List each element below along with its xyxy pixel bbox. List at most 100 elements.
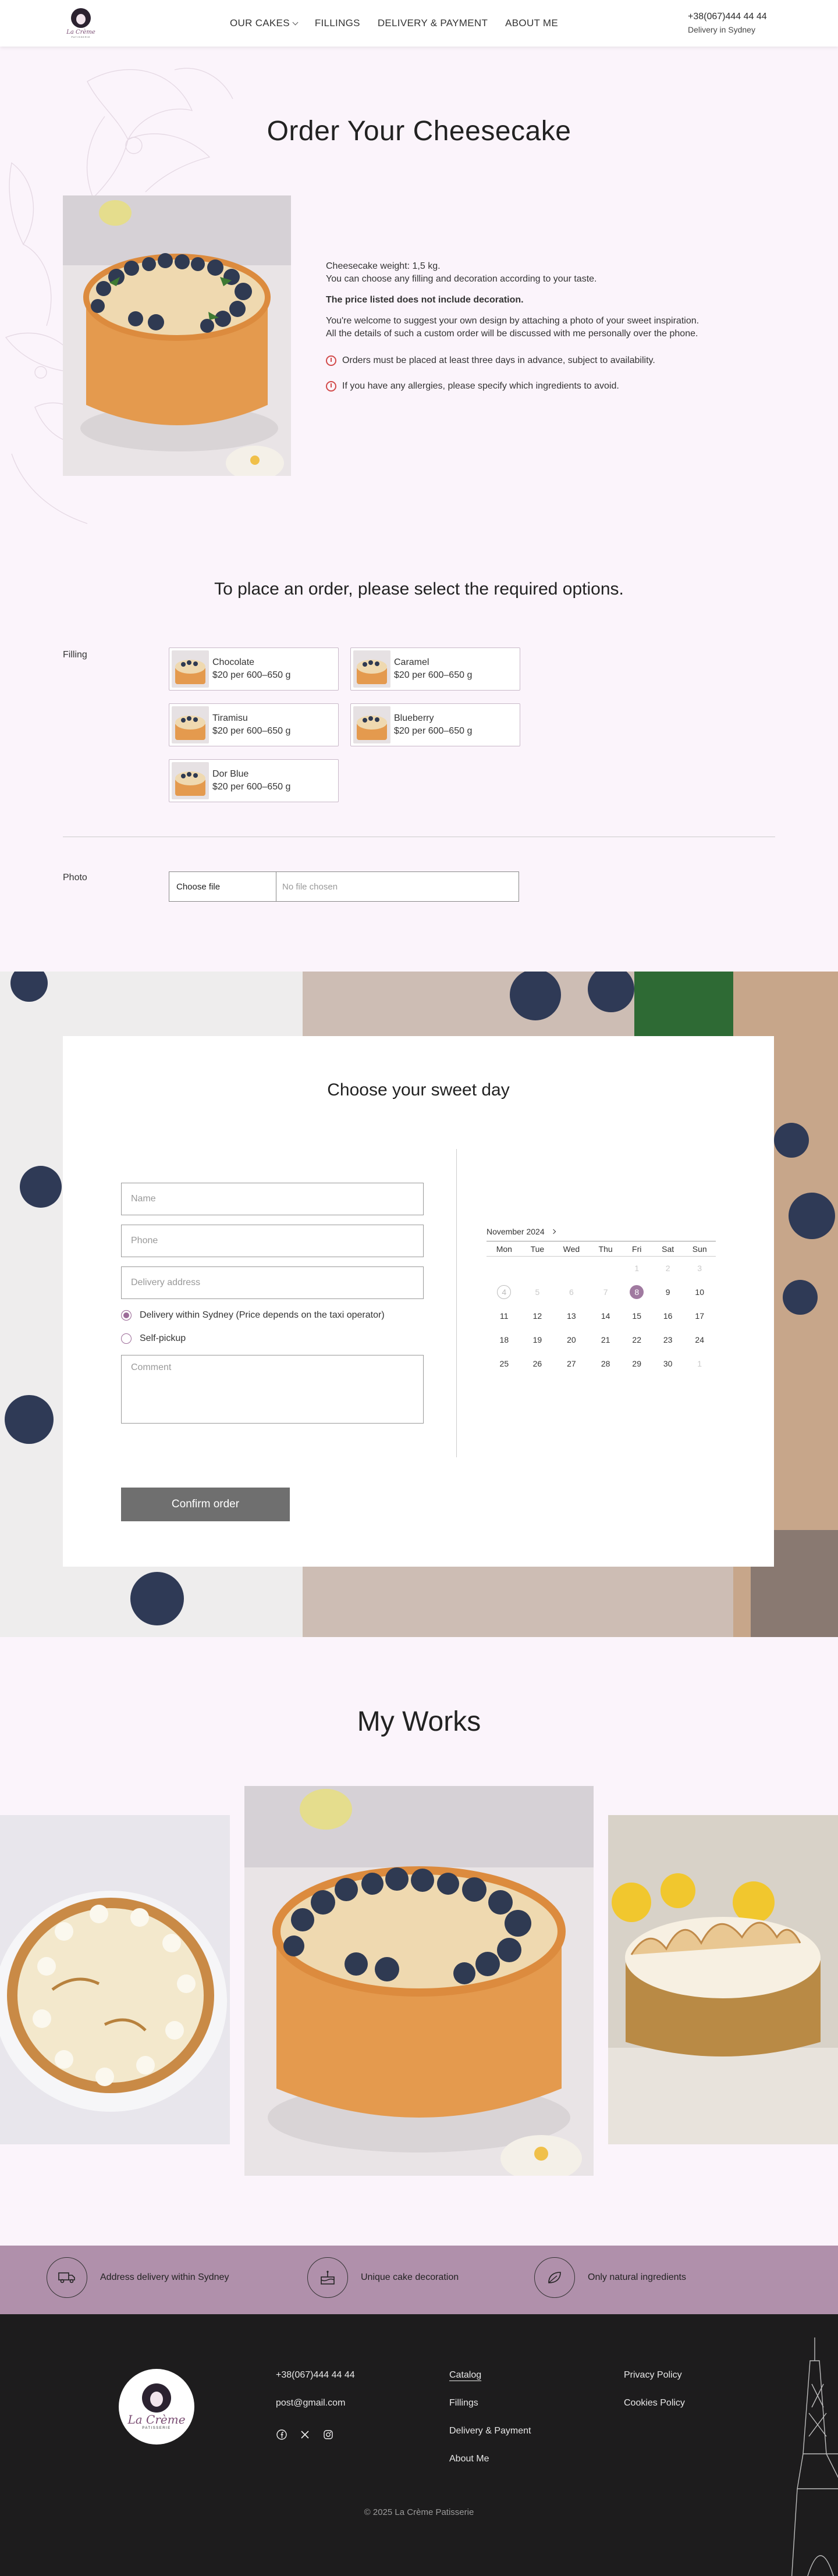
filling-name: Caramel [394,657,429,667]
footer-link-about[interactable]: About Me [449,2453,531,2465]
weekday-label: Wed [553,1241,590,1257]
site-header: La Crème PATISSERIE OUR CAKES FILLINGS D… [0,0,838,47]
chevron-down-icon [292,19,299,25]
privacy-policy-link[interactable]: Privacy Policy [624,2369,685,2382]
calendar-day[interactable]: 19 [522,1328,553,1352]
weekday-label: Sun [683,1241,716,1257]
nav-fillings[interactable]: FILLINGS [315,17,360,29]
logo-sub: PATISSERIE [142,2426,171,2430]
footer-email[interactable]: post@gmail.com [276,2397,355,2410]
delivery-radio[interactable]: Delivery within Sydney (Price depends on… [121,1310,385,1321]
calendar-day[interactable]: 18 [487,1328,522,1352]
filling-option-blueberry[interactable]: Blueberry $20 per 600–650 g [350,703,520,746]
photo-file-input[interactable]: Choose file No file chosen [169,871,519,902]
work-image-honey-cake[interactable] [0,1815,230,2144]
phone-input[interactable]: Phone [121,1225,424,1257]
warning-advance-order: Orders must be placed at least three day… [326,354,768,367]
calendar-day[interactable]: 11 [487,1304,522,1328]
footer-contacts: +38(067)444 44 44 post@gmail.com [276,2369,355,2425]
cookies-policy-link[interactable]: Cookies Policy [624,2397,685,2410]
features-strip: Address delivery within Sydney Unique ca… [0,2246,838,2314]
footer-link-catalog[interactable]: Catalog [449,2369,531,2382]
filling-option-tiramisu[interactable]: Tiramisu $20 per 600–650 g [169,703,339,746]
cheesecake-photo [63,195,291,476]
calendar-day[interactable]: 30 [652,1352,683,1376]
choose-file-button[interactable]: Choose file [169,872,276,901]
calendar-empty-cell [487,1257,522,1280]
name-input[interactable]: Name [121,1183,424,1215]
calendar-day-number: 30 [663,1359,673,1368]
pickup-radio[interactable]: Self-pickup [121,1333,186,1344]
work-image-lemon-meringue[interactable] [608,1815,838,2144]
weekday-label: Thu [590,1241,622,1257]
logo[interactable]: La Crème PATISSERIE [65,3,97,43]
calendar-day-number: 8 [630,1285,644,1299]
calendar-day-selected[interactable]: 8 [621,1280,652,1304]
calendar-day-number: 17 [695,1311,704,1321]
photo-label: Photo [63,873,87,883]
calendar-day: 1 [683,1352,716,1376]
filling-name: Chocolate [212,657,255,667]
nav-our-cakes[interactable]: OUR CAKES [230,17,299,29]
calendar-month: November 2024 [487,1227,716,1236]
radio-checked-icon [121,1310,132,1321]
calendar-day[interactable]: 16 [652,1304,683,1328]
calendar-day[interactable]: 28 [590,1352,622,1376]
calendar-day: 6 [553,1280,590,1304]
calendar-day[interactable]: 24 [683,1328,716,1352]
calendar-day[interactable]: 20 [553,1328,590,1352]
calendar-day-number: 6 [569,1287,574,1297]
filling-option-chocolate[interactable]: Chocolate $20 per 600–650 g [169,647,339,691]
calendar-empty-cell [522,1257,553,1280]
calendar-day[interactable]: 15 [621,1304,652,1328]
calendar-day[interactable]: 29 [621,1352,652,1376]
nav-about-me[interactable]: ABOUT ME [505,17,558,29]
calendar-day-number: 1 [697,1359,702,1368]
calendar-day[interactable]: 17 [683,1304,716,1328]
calendar-day[interactable]: 27 [553,1352,590,1376]
nav-delivery-payment[interactable]: DELIVERY & PAYMENT [378,17,488,29]
footer-nav: Catalog Fillings Delivery & Payment Abou… [449,2369,531,2481]
header-phone[interactable]: +38(067)444 44 44 [688,10,767,23]
chevron-right-icon[interactable] [551,1229,556,1234]
calendar-day[interactable]: 25 [487,1352,522,1376]
calendar-day[interactable]: 14 [590,1304,622,1328]
calendar-day-today[interactable]: 4 [487,1280,522,1304]
main-nav: OUR CAKES FILLINGS DELIVERY & PAYMENT AB… [230,17,558,29]
logo-script: La Crème [127,2413,186,2426]
nav-label: ABOUT ME [505,17,559,29]
logo-portrait-icon [142,2383,171,2413]
logo-sub: PATISSERIE [71,35,91,38]
calendar-day[interactable]: 12 [522,1304,553,1328]
filling-thumbnail [172,650,209,688]
address-input[interactable]: Delivery address [121,1266,424,1299]
calendar-day[interactable]: 13 [553,1304,590,1328]
weekday-label: Sat [652,1241,684,1257]
confirm-order-button[interactable]: Confirm order [121,1488,290,1521]
hero-cheesecake-image [63,195,291,476]
calendar-day-number: 24 [695,1335,704,1344]
filling-option-dor-blue[interactable]: Dor Blue $20 per 600–650 g [169,759,339,802]
calendar-day[interactable]: 23 [652,1328,683,1352]
facebook-icon[interactable] [276,2429,287,2440]
work-image-blueberry-cheesecake[interactable] [244,1786,594,2176]
x-icon[interactable] [299,2429,311,2440]
calendar-day-number: 5 [535,1287,540,1297]
comment-textarea[interactable]: Comment [121,1355,424,1424]
instagram-icon[interactable] [322,2429,334,2440]
footer-phone[interactable]: +38(067)444 44 44 [276,2369,355,2382]
filling-option-caramel[interactable]: Caramel $20 per 600–650 g [350,647,520,691]
footer-link-fillings[interactable]: Fillings [449,2397,531,2410]
calendar-day[interactable]: 21 [590,1328,622,1352]
calendar-day[interactable]: 9 [652,1280,683,1304]
calendar-day-number: 19 [532,1335,542,1344]
delivery-truck-icon [47,2257,87,2298]
calendar-day-number: 1 [634,1264,640,1273]
calendar-day-number: 16 [663,1311,673,1321]
order-form-card: Choose your sweet day Name Phone Deliver… [63,1036,774,1567]
footer-link-delivery[interactable]: Delivery & Payment [449,2425,531,2438]
footer-logo[interactable]: La Crème PATISSERIE [119,2369,194,2445]
calendar-day[interactable]: 22 [621,1328,652,1352]
calendar-day[interactable]: 26 [522,1352,553,1376]
calendar-day[interactable]: 10 [683,1280,716,1304]
